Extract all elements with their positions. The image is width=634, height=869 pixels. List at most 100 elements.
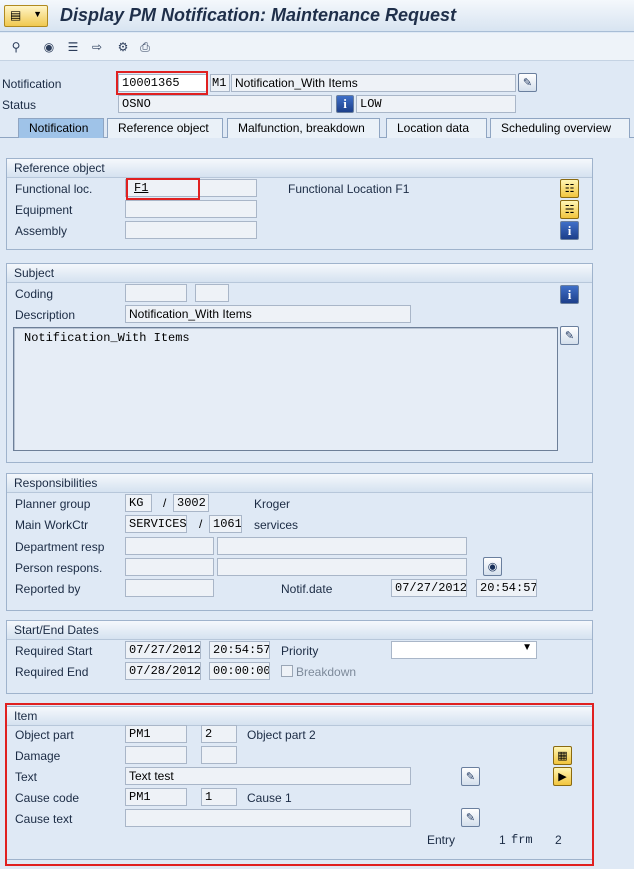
long-text-area[interactable]: Notification_With Items (13, 327, 558, 451)
tab-notification[interactable]: Notification (18, 118, 104, 138)
tab-label: Notification (29, 121, 89, 135)
tab-label: Malfunction, breakdown (238, 121, 365, 135)
chevron-down-icon: ▼ (33, 9, 42, 19)
equipment-field[interactable] (125, 200, 257, 218)
tab-location-data[interactable]: Location data (386, 118, 487, 138)
coding-code-field[interactable] (195, 284, 229, 302)
person-respons-description (217, 558, 467, 576)
tab-reference-object[interactable]: Reference object (107, 118, 223, 138)
print-icon: ⎙ (140, 39, 150, 54)
system-menu-button[interactable]: ▤ ▼ (4, 5, 48, 27)
damage-label: Damage (15, 749, 61, 763)
binoculars-button[interactable]: ◉ (40, 38, 58, 56)
person-search-button[interactable]: ◉ (483, 557, 502, 576)
cause-longtext-button[interactable]: ✎ (461, 808, 480, 827)
jump-button[interactable]: ⇨ (88, 38, 106, 56)
planner-group-label: Planner group (15, 497, 91, 511)
assembly-field[interactable] (125, 221, 257, 239)
hierarchy-icon: ☷ (564, 183, 575, 195)
reported-by-field[interactable] (125, 579, 214, 597)
priority-label: Priority (281, 644, 319, 658)
damage-field[interactable] (125, 746, 187, 764)
entry-label: Entry (427, 833, 456, 847)
list-button[interactable]: ☰ (64, 38, 82, 56)
notification-number-field[interactable]: 10001365 (118, 74, 208, 92)
tab-strip: Notification Reference object Malfunctio… (0, 116, 634, 138)
required-end-date-field[interactable]: 07/28/2012 (125, 662, 201, 680)
status-label: Status (2, 98, 37, 112)
group-title: Reference object (7, 159, 592, 178)
longtext-icon: ✎ (465, 812, 476, 824)
functional-loc-description: Functional Location F1 (288, 182, 410, 196)
planner-group-description: Kroger (254, 497, 291, 511)
group-title: Responsibilities (7, 474, 592, 493)
settings-button[interactable]: ⚙ (114, 38, 132, 56)
entry-current: 1 (499, 833, 506, 847)
chevron-down-icon: ▼ (522, 642, 532, 653)
cause-code-field[interactable]: PM1 (125, 788, 187, 806)
find-button[interactable]: ⚲ (7, 38, 25, 56)
tab-malfunction-breakdown[interactable]: Malfunction, breakdown (227, 118, 380, 138)
first-entry-button[interactable]: ▦ (553, 746, 572, 765)
info-icon: i (567, 222, 572, 238)
menu-icon: ▤ (10, 8, 22, 22)
object-part-code-field[interactable]: 2 (201, 725, 237, 743)
required-start-label: Required Start (15, 644, 93, 658)
notification-type-field: M1 (210, 74, 230, 92)
longtext-icon: ✎ (522, 77, 533, 89)
main-workctr-description: services (254, 518, 299, 532)
longtext-icon: ✎ (465, 771, 476, 783)
cause-text-field[interactable] (125, 809, 411, 827)
print-button[interactable]: ⎙ (136, 38, 154, 56)
tab-scheduling-overview[interactable]: Scheduling overview (490, 118, 630, 138)
coding-info-button[interactable]: i (560, 285, 579, 304)
description-field[interactable]: Notification_With Items (125, 305, 411, 323)
notif-date-field[interactable]: 07/27/2012 (391, 579, 467, 597)
long-text-edit-button[interactable]: ✎ (560, 326, 579, 345)
structure-display-button[interactable]: ☷ (560, 179, 579, 198)
text-label: Text (15, 770, 38, 784)
status-info-button[interactable]: i (336, 95, 354, 113)
reference-info-button[interactable]: i (560, 221, 579, 240)
notif-time-field[interactable]: 20:54:57 (476, 579, 537, 597)
separator-slash: / (163, 496, 167, 510)
item-text-field[interactable]: Text test (125, 767, 411, 785)
coding-group-field[interactable] (125, 284, 187, 302)
header-longtext-button[interactable]: ✎ (518, 73, 537, 92)
required-start-date-field[interactable]: 07/27/2012 (125, 641, 201, 659)
tab-label: Scheduling overview (501, 121, 612, 135)
item-longtext-button[interactable]: ✎ (461, 767, 480, 786)
planner-plant-field[interactable]: 3002 (173, 494, 209, 512)
required-start-time-field[interactable]: 20:54:57 (209, 641, 270, 659)
list-icon: ☰ (67, 40, 79, 54)
equipment-label: Equipment (15, 203, 73, 217)
tab-label: Location data (397, 121, 470, 135)
damage-code-field[interactable] (201, 746, 237, 764)
find-icon: ⚲ (11, 40, 21, 54)
info-icon: i (343, 96, 347, 111)
breakdown-label: Breakdown (296, 665, 357, 679)
workctr-plant-field[interactable]: 1061 (209, 515, 242, 533)
department-resp-field[interactable] (125, 537, 214, 555)
separator-slash: / (199, 517, 203, 531)
structure-list-button[interactable]: ☵ (560, 200, 579, 219)
breakdown-checkbox[interactable] (281, 665, 293, 677)
structure-icon: ☵ (564, 204, 575, 216)
next-entry-icon: ▶ (558, 771, 567, 783)
person-respons-field[interactable] (125, 558, 214, 576)
functional-loc-field[interactable]: F1 (125, 179, 257, 197)
main-workctr-label: Main WorkCtr (15, 518, 89, 532)
required-end-time-field[interactable]: 00:00:00 (209, 662, 270, 680)
main-workctr-field[interactable]: SERVICES (125, 515, 187, 533)
planner-group-field[interactable]: KG (125, 494, 152, 512)
group-title: Start/End Dates (7, 621, 592, 640)
next-entry-button[interactable]: ▶ (553, 767, 572, 786)
notification-description-field[interactable]: Notification_With Items (231, 74, 516, 92)
priority-dropdown[interactable]: ▼ (391, 641, 537, 659)
priority-text-field: LOW (356, 95, 516, 113)
reported-by-label: Reported by (15, 582, 81, 596)
object-part-field[interactable]: PM1 (125, 725, 187, 743)
cause-code-label: Cause code (15, 791, 80, 805)
cause-code-number-field[interactable]: 1 (201, 788, 237, 806)
department-resp-description (217, 537, 467, 555)
